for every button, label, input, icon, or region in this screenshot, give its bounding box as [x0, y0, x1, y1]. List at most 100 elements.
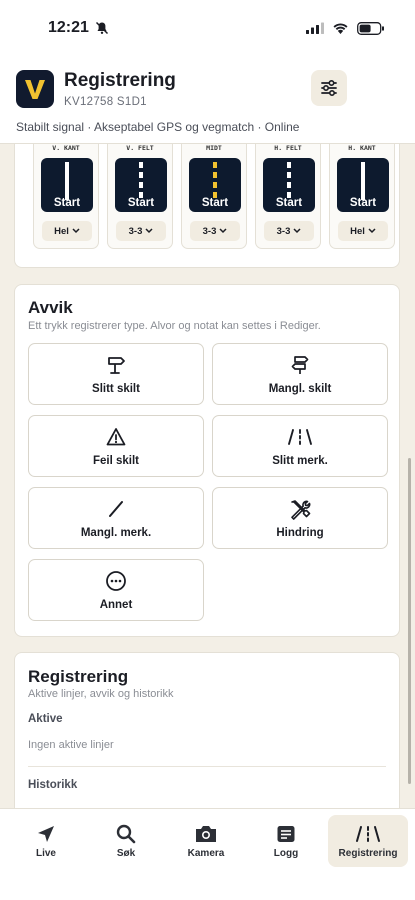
- chevron-down-icon: [219, 228, 227, 234]
- wifi-icon: [333, 23, 348, 34]
- nav-sok[interactable]: Søk: [88, 815, 164, 867]
- nav-registrering[interactable]: Registrering: [328, 815, 408, 867]
- road-marking-icon: [356, 826, 380, 842]
- clock: 12:21: [48, 19, 89, 36]
- lane-type-value: Hel: [54, 225, 69, 237]
- lane-type-select[interactable]: 3-3: [264, 221, 314, 241]
- lane-start-button[interactable]: Start: [41, 158, 93, 212]
- nav-logg[interactable]: Logg: [248, 815, 324, 867]
- nav-kamera[interactable]: Kamera: [168, 815, 244, 867]
- lane-start-button[interactable]: Start: [189, 158, 241, 212]
- lane-h-felt: H. FELT Start 3-3: [255, 144, 321, 249]
- deviation-feil-skilt-button[interactable]: Feil skilt: [28, 415, 204, 477]
- lane-start-button[interactable]: Start: [337, 158, 389, 212]
- lane-type-value: 3-3: [276, 225, 291, 237]
- lane-type-select[interactable]: Hel: [42, 221, 92, 241]
- deviation-annet-button[interactable]: Annet: [28, 559, 204, 621]
- road-marking-icon: [288, 429, 312, 445]
- deviation-mangl-skilt-button[interactable]: Mangl. skilt: [212, 343, 388, 405]
- lane-type-value: 3-3: [202, 225, 217, 237]
- more-icon: [106, 571, 126, 591]
- deviation-slitt-merk-button[interactable]: Slitt merk.: [212, 415, 388, 477]
- lane-v-felt: V. FELT Start 3-3: [107, 144, 173, 249]
- lane-line-dashed-icon: [287, 162, 291, 200]
- connection-status: Stabilt signal · Akseptabel GPS og vegma…: [16, 120, 300, 134]
- deviation-label: Slitt skilt: [92, 383, 140, 395]
- line-registration-card: V. KANT Start Hel V. FELT Start 3-3 MIDT: [14, 144, 400, 268]
- lane-line-dashed-icon: [139, 162, 143, 200]
- tools-icon: [291, 500, 311, 520]
- chevron-down-icon: [72, 228, 80, 234]
- lane-line-solid-icon: [361, 162, 365, 200]
- status-icons: [306, 21, 385, 35]
- nav-label: Live: [35, 848, 56, 859]
- lane-type-select[interactable]: Hel: [338, 221, 388, 241]
- v-logo-icon: [25, 80, 45, 99]
- lane-type-select[interactable]: 3-3: [190, 221, 240, 241]
- lane-start-label: Start: [201, 197, 229, 209]
- lane-title: V. FELT: [126, 144, 154, 152]
- page-title: Registrering: [64, 70, 176, 91]
- location-arrow-icon: [38, 826, 54, 842]
- deviation-title: Avvik: [28, 298, 73, 317]
- lane-line-yellow-icon: [213, 162, 217, 200]
- battery-icon: [357, 21, 384, 35]
- lane-start-label: Start: [127, 197, 155, 209]
- camera-icon: [196, 826, 216, 842]
- deviation-label: Mangl. merk.: [80, 527, 152, 539]
- slash-icon: [109, 501, 123, 517]
- registration-title: Registrering: [28, 667, 129, 686]
- deviation-slitt-skilt-button[interactable]: Slitt skilt: [28, 343, 204, 405]
- nav-label: Registrering: [338, 848, 398, 859]
- lane-midt: MIDT Start 3-3: [181, 144, 247, 249]
- chevron-down-icon: [145, 228, 153, 234]
- lane-start-button[interactable]: Start: [263, 158, 315, 212]
- deviation-card: Avvik Ett trykk registrerer type. Alvor …: [14, 284, 400, 637]
- lane-type-select[interactable]: 3-3: [116, 221, 166, 241]
- warning-triangle-icon: [106, 428, 126, 446]
- nav-live[interactable]: Live: [8, 815, 84, 867]
- nav-label: Logg: [273, 848, 299, 859]
- lane-title: MIDT: [206, 144, 222, 152]
- scrollbar[interactable]: [408, 458, 411, 784]
- lane-title: H. KANT: [348, 144, 376, 152]
- lane-start-label: Start: [53, 197, 81, 209]
- registration-summary-card: Registrering Aktive linjer, avvik og his…: [14, 652, 400, 808]
- lane-type-value: Hel: [350, 225, 365, 237]
- nav-label: Kamera: [187, 848, 225, 859]
- status-bar: 12:21: [0, 0, 415, 56]
- deviation-mangl-merk-button[interactable]: Mangl. merk.: [28, 487, 204, 549]
- deviation-hindring-button[interactable]: Hindring: [212, 487, 388, 549]
- registration-description: Aktive linjer, avvik og historikk: [28, 688, 174, 700]
- chevron-down-icon: [293, 228, 301, 234]
- active-lines-empty: Ingen aktive linjer: [28, 739, 114, 751]
- deviation-label: Mangl. skilt: [268, 383, 332, 395]
- app-header: Registrering KV12758 S1D1 Stabilt signal…: [0, 56, 415, 144]
- deviation-label: Annet: [99, 599, 133, 611]
- lane-start-button[interactable]: Start: [115, 158, 167, 212]
- lane-line-solid-icon: [65, 162, 69, 200]
- deviation-label: Slitt merk.: [272, 455, 328, 467]
- lane-title: H. FELT: [274, 144, 302, 152]
- lane-h-kant: H. KANT Start Hel: [329, 144, 395, 249]
- route-id: KV12758 S1D1: [64, 96, 147, 108]
- app-logo: [16, 70, 54, 108]
- search-icon: [116, 824, 136, 844]
- lane-start-label: Start: [275, 197, 303, 209]
- signpost-missing-icon: [291, 356, 309, 374]
- main-content[interactable]: V. KANT Start Hel V. FELT Start 3-3 MIDT: [0, 144, 415, 808]
- deviation-label: Hindring: [276, 527, 324, 539]
- sliders-icon: [321, 79, 337, 97]
- bottom-navigation: Live Søk Kamera Logg Registrering: [0, 808, 415, 900]
- lane-v-kant: V. KANT Start Hel: [33, 144, 99, 249]
- lane-title: V. KANT: [52, 144, 80, 152]
- active-lines-label: Aktive: [28, 713, 63, 725]
- deviation-description: Ett trykk registrerer type. Alvor og not…: [28, 320, 321, 332]
- bell-muted-icon: [95, 21, 108, 35]
- lane-start-label: Start: [349, 197, 377, 209]
- log-icon: [277, 826, 295, 842]
- chevron-down-icon: [368, 228, 376, 234]
- settings-button[interactable]: [311, 70, 347, 106]
- nav-label: Søk: [116, 848, 136, 859]
- status-time: 12:21: [48, 19, 109, 37]
